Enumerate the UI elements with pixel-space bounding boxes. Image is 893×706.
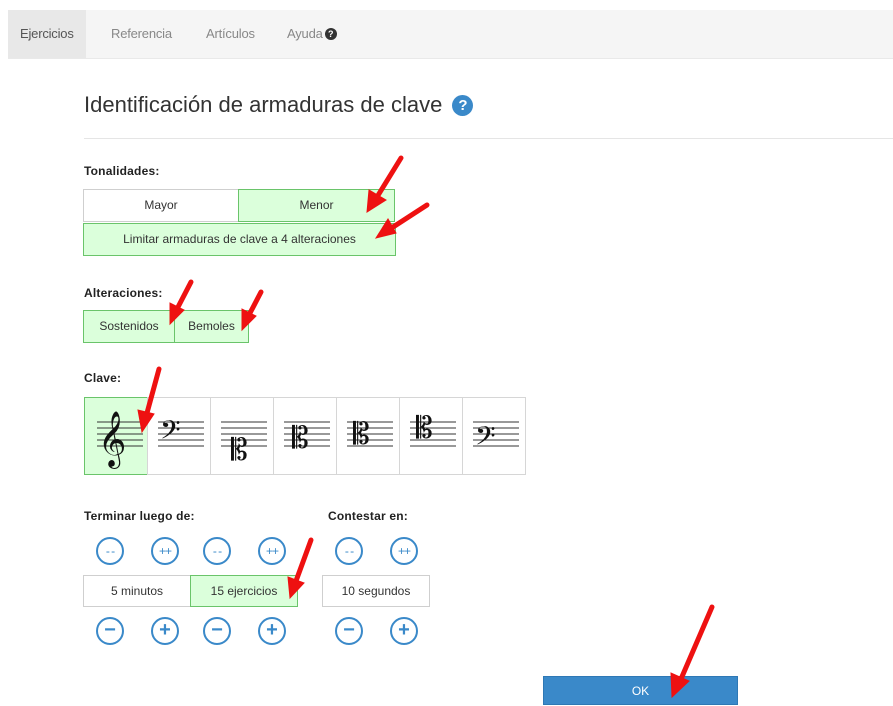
minutes-big-decrement-button[interactable]: - - xyxy=(96,537,124,565)
limit-accidentals-toggle[interactable]: Limitar armaduras de clave a 4 alteracio… xyxy=(83,223,396,256)
clef-option-baritone[interactable]: 𝄢 xyxy=(462,397,526,475)
svg-text:𝄡: 𝄡 xyxy=(353,417,370,452)
exercises-decrement-button[interactable]: − xyxy=(203,617,231,645)
tab-referencia[interactable]: Referencia xyxy=(111,10,172,58)
c-clef-high-icon: 𝄡 xyxy=(410,411,456,447)
tab-ayuda[interactable]: Ayuda? xyxy=(287,10,337,58)
tonalidades-label: Tonalidades: xyxy=(84,164,160,178)
help-icon: ? xyxy=(324,28,337,40)
seconds-increment-button[interactable]: + xyxy=(390,617,418,645)
svg-text:𝄡: 𝄡 xyxy=(416,411,433,446)
svg-text:𝄡: 𝄡 xyxy=(231,433,248,468)
bass-clef-icon: 𝄢 xyxy=(158,414,204,452)
page-title: Identificación de armaduras de clave ? xyxy=(84,92,474,118)
clef-option-tenor[interactable]: 𝄡 xyxy=(273,397,337,475)
mayor-button[interactable]: Mayor xyxy=(83,189,239,222)
tab-ejercicios[interactable]: Ejercicios xyxy=(8,10,86,58)
title-divider xyxy=(84,138,893,139)
c-clef-icon: 𝄡 xyxy=(347,417,393,452)
exercises-increment-button[interactable]: + xyxy=(258,617,286,645)
contestar-label: Contestar en: xyxy=(328,509,408,523)
seconds-decrement-button[interactable]: − xyxy=(335,617,363,645)
c-clef-icon: 𝄡 xyxy=(284,421,330,456)
sostenidos-button[interactable]: Sostenidos xyxy=(83,310,175,343)
svg-text:𝄢: 𝄢 xyxy=(475,420,496,458)
help-circle-icon[interactable]: ? xyxy=(452,95,474,116)
minutes-decrement-button[interactable]: − xyxy=(96,617,124,645)
alto-c-clef-low-icon: 𝄡 xyxy=(221,421,267,468)
bemoles-button[interactable]: Bemoles xyxy=(174,310,249,343)
treble-clef-icon: 𝄞 xyxy=(97,411,143,469)
terminar-label: Terminar luego de: xyxy=(84,509,195,523)
clef-option-treble[interactable]: 𝄞 xyxy=(84,397,148,475)
clef-option-bass[interactable]: 𝄢 xyxy=(147,397,211,475)
clef-option-alto-low[interactable]: 𝄡 xyxy=(210,397,274,475)
top-nav: Ejercicios Referencia Artículos Ayuda? xyxy=(8,10,893,59)
exercises-big-decrement-button[interactable]: - - xyxy=(203,537,231,565)
tab-articulos[interactable]: Artículos xyxy=(206,10,255,58)
ok-button[interactable]: OK xyxy=(543,676,738,705)
clef-option-alto[interactable]: 𝄡 xyxy=(336,397,400,475)
seconds-big-increment-button[interactable]: ++ xyxy=(390,537,418,565)
minutes-increment-button[interactable]: + xyxy=(151,617,179,645)
minutes-big-increment-button[interactable]: ++ xyxy=(151,537,179,565)
baritone-f-clef-icon: 𝄢 xyxy=(473,420,519,458)
alteraciones-label: Alteraciones: xyxy=(84,286,163,300)
exercises-value[interactable]: 15 ejercicios xyxy=(190,575,298,607)
clef-option-mezzo[interactable]: 𝄡 xyxy=(399,397,463,475)
seconds-big-decrement-button[interactable]: - - xyxy=(335,537,363,565)
minutes-value[interactable]: 5 minutos xyxy=(83,575,191,607)
clave-label: Clave: xyxy=(84,371,122,385)
svg-text:𝄢: 𝄢 xyxy=(160,414,181,452)
menor-button[interactable]: Menor xyxy=(238,189,395,222)
svg-text:𝄞: 𝄞 xyxy=(98,411,126,469)
svg-text:𝄡: 𝄡 xyxy=(292,421,309,456)
exercises-big-increment-button[interactable]: ++ xyxy=(258,537,286,565)
seconds-value[interactable]: 10 segundos xyxy=(322,575,430,607)
